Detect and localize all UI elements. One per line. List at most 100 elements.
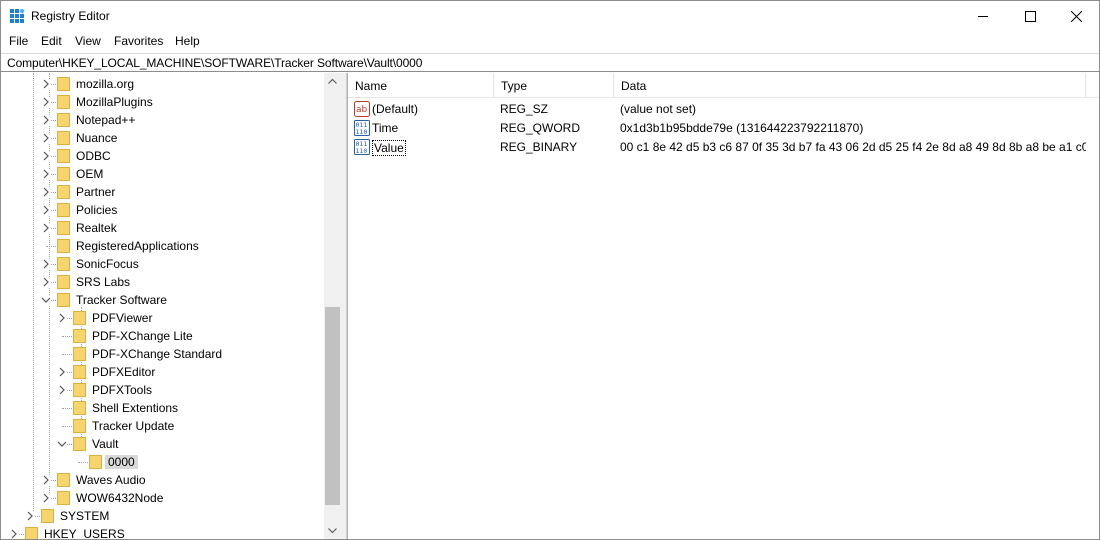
tree-node[interactable]: SonicFocus [1,255,323,273]
collapsed-chevron-icon[interactable] [41,475,51,485]
title-bar[interactable]: Registry Editor [1,1,1099,32]
tree-node[interactable]: SRS Labs [1,273,323,291]
tree-node[interactable]: Waves Audio [1,471,323,489]
scroll-thumb[interactable] [325,307,340,505]
menu-edit[interactable]: Edit [39,34,64,48]
minimize-button[interactable] [960,1,1006,32]
list-row[interactable]: ab (Default) REG_SZ (value not set) [348,99,1088,118]
tree-node[interactable]: PDF-XChange Lite [1,327,323,345]
collapsed-chevron-icon[interactable] [41,223,51,233]
scroll-up-button[interactable] [324,73,341,90]
tree-node-label[interactable]: SRS Labs [73,275,133,289]
collapsed-chevron-icon[interactable] [41,187,51,197]
tree-node-label[interactable]: Shell Extentions [89,401,181,415]
scroll-down-button[interactable] [324,522,341,539]
tree-node[interactable]: SYSTEM [1,507,323,525]
tree-node[interactable]: PDFViewer [1,309,323,327]
tree-node-label[interactable]: Notepad++ [73,113,138,127]
tree-node[interactable]: Realtek [1,219,323,237]
tree-node-label[interactable]: Tracker Update [89,419,177,433]
collapsed-chevron-icon[interactable] [41,133,51,143]
collapsed-chevron-icon[interactable] [41,277,51,287]
collapsed-chevron-icon[interactable] [41,79,51,89]
value-name[interactable]: Time [372,121,398,135]
tree-node[interactable]: Notepad++ [1,111,323,129]
tree-node-label[interactable]: ODBC [73,149,114,163]
tree-node[interactable]: Policies [1,201,323,219]
values-list[interactable]: Name Type Data ab (Default) REG_SZ (value n… [347,73,1099,539]
tree-node-label[interactable]: PDF-XChange Lite [89,329,196,343]
tree-node-label[interactable]: Waves Audio [73,473,149,487]
tree-node-label[interactable]: OEM [73,167,106,181]
tree-node-label[interactable]: 0000 [105,455,138,469]
tree-node-label[interactable]: PDFXTools [89,383,155,397]
value-name[interactable]: (Default) [372,102,418,116]
collapsed-chevron-icon[interactable] [41,169,51,179]
menu-favorites[interactable]: Favorites [112,34,165,48]
collapsed-chevron-icon[interactable] [41,151,51,161]
tree-node[interactable]: Shell Extentions [1,399,323,417]
collapsed-chevron-icon[interactable] [57,367,67,377]
collapsed-chevron-icon[interactable] [41,259,51,269]
tree-node[interactable]: Tracker Update [1,417,323,435]
tree-node-label[interactable]: PDF-XChange Standard [89,347,225,361]
collapsed-chevron-icon[interactable] [41,205,51,215]
tree-node[interactable]: MozillaPlugins [1,93,323,111]
binary-value-icon: 011110 [354,120,370,136]
expanded-chevron-icon[interactable] [41,295,51,305]
collapsed-chevron-icon[interactable] [41,97,51,107]
tree-node-label[interactable]: MozillaPlugins [73,95,156,109]
close-button[interactable] [1053,1,1099,32]
column-header-name[interactable]: Name [348,73,494,98]
tree-node-label[interactable]: Vault [89,437,121,451]
collapsed-chevron-icon[interactable] [25,511,35,521]
tree-node-label[interactable]: Partner [73,185,118,199]
folder-icon [57,131,70,145]
value-name[interactable]: Value [372,140,406,156]
column-header-type[interactable]: Type [494,73,614,98]
tree-node-label[interactable]: Nuance [73,131,120,145]
collapsed-chevron-icon[interactable] [41,115,51,125]
tree-node[interactable]: PDF-XChange Standard [1,345,323,363]
tree-node-label[interactable]: WOW6432Node [73,491,166,505]
tree-node[interactable]: mozilla.org [1,75,323,93]
tree-node-label[interactable]: Realtek [73,221,120,235]
tree-node-label[interactable]: Policies [73,203,120,217]
expanded-chevron-icon[interactable] [57,439,67,449]
collapsed-chevron-icon[interactable] [57,385,67,395]
column-header-data[interactable]: Data [614,73,1086,98]
tree-node-label[interactable]: PDFViewer [89,311,155,325]
tree-node[interactable]: HKEY_USERS [1,525,323,539]
collapsed-chevron-icon[interactable] [41,493,51,503]
tree-node[interactable]: Vault [1,435,323,453]
folder-icon [73,329,86,343]
tree-node[interactable]: PDFXEditor [1,363,323,381]
tree-scrollbar[interactable] [324,73,341,539]
tree-node[interactable]: PDFXTools [1,381,323,399]
tree-node[interactable]: 0000 [1,453,323,471]
address-input[interactable] [7,56,1087,70]
tree-node[interactable]: WOW6432Node [1,489,323,507]
collapsed-chevron-icon[interactable] [9,529,19,539]
tree-node[interactable]: Partner [1,183,323,201]
collapsed-chevron-icon[interactable] [57,313,67,323]
list-row[interactable]: 011 110 Time REG_QWORD 0x1d3b1b95bdde79e (13… [348,118,1088,137]
menu-view[interactable]: View [73,34,103,48]
tree-node-label[interactable]: mozilla.org [73,77,137,91]
menu-file[interactable]: File [7,34,30,48]
tree-node[interactable]: Tracker Software [1,291,323,309]
tree-node[interactable]: OEM [1,165,323,183]
key-tree[interactable]: mozilla.org MozillaPlugins Notepad++ Nuance… [1,73,343,539]
tree-node-label[interactable]: PDFXEditor [89,365,158,379]
tree-node[interactable]: RegisteredApplications [1,237,323,255]
tree-node-label[interactable]: Tracker Software [73,293,170,307]
tree-node-label[interactable]: SYSTEM [57,509,112,523]
list-row[interactable]: 011 110 Value REG_BINARY 00 c1 8e 42 d5 b3 c… [348,137,1088,156]
tree-node-label[interactable]: RegisteredApplications [73,239,202,253]
tree-node-label[interactable]: HKEY_USERS [41,527,128,539]
tree-node[interactable]: ODBC [1,147,323,165]
tree-node[interactable]: Nuance [1,129,323,147]
menu-help[interactable]: Help [173,34,202,48]
maximize-button[interactable] [1007,1,1053,32]
tree-node-label[interactable]: SonicFocus [73,257,142,271]
